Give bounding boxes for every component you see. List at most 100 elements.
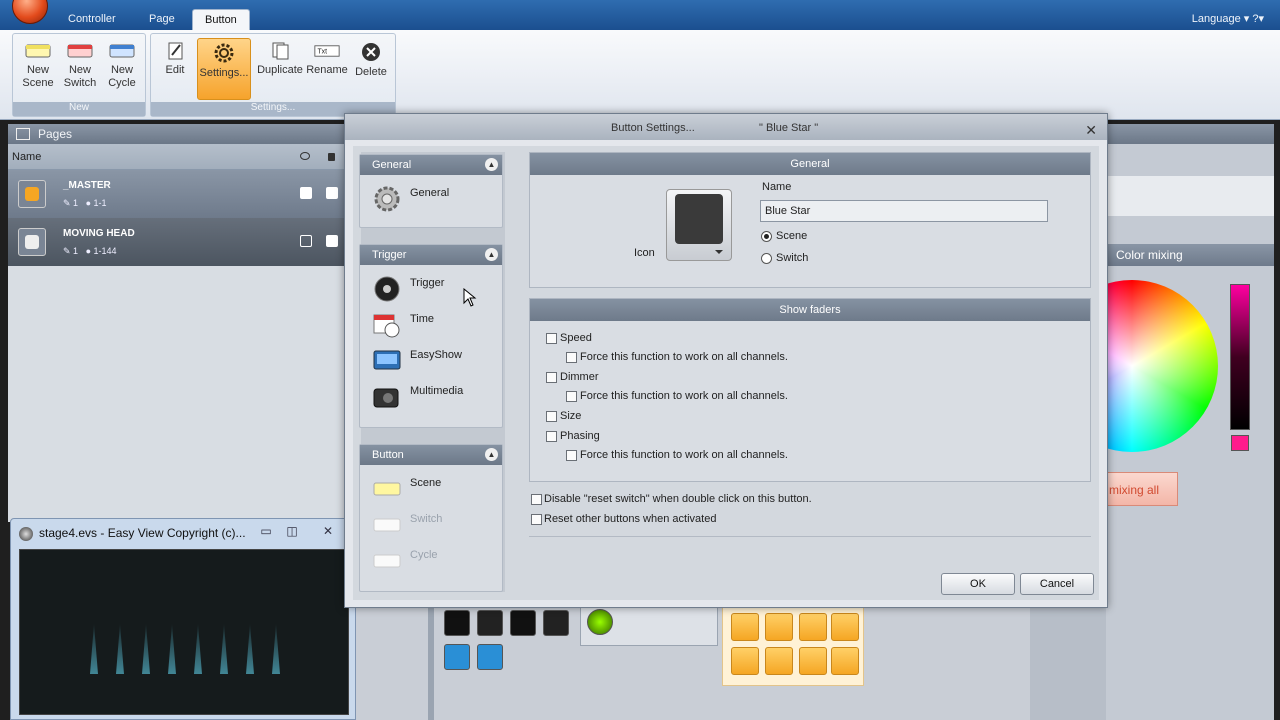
page-row-moving-head[interactable]: MOVING HEAD ✎ 1 ● 1-144 xyxy=(8,218,348,266)
page-row-master[interactable]: _MASTER ✎ 1 ● 1-1 xyxy=(8,170,348,218)
settings-button[interactable]: Settings... xyxy=(197,38,251,100)
new-cycle-label-1: New xyxy=(110,64,133,76)
collapse-chevron-icon[interactable]: ▲ xyxy=(485,448,498,461)
effect-bar-icon[interactable] xyxy=(799,647,827,675)
page-range: 1-144 xyxy=(93,246,117,256)
page-count: 1 xyxy=(73,246,79,256)
fader-speed-checkbox[interactable] xyxy=(546,333,557,344)
effect-rotate-left-icon[interactable] xyxy=(444,644,470,670)
column-name-label[interactable]: Name xyxy=(12,151,41,163)
page-lock-checkbox[interactable] xyxy=(326,187,338,199)
nav-item-easyshow[interactable]: EasyShow xyxy=(372,347,492,377)
duplicate-button[interactable]: Duplicate xyxy=(255,38,305,100)
nav-item-label: Time xyxy=(410,313,435,325)
nav-item-general[interactable]: General xyxy=(372,185,492,215)
phasing-force-label[interactable]: Force this function to work on all chann… xyxy=(580,449,788,461)
rename-button[interactable]: Txt Rename xyxy=(305,38,349,100)
dialog-close-icon[interactable]: ✕ xyxy=(1085,122,1097,139)
effect-rotate-right-icon[interactable] xyxy=(477,644,503,670)
stage-3d-view[interactable] xyxy=(19,549,349,715)
fader-dimmer-label[interactable]: Dimmer xyxy=(560,371,599,383)
ribbon-group-new-label: New xyxy=(13,102,145,116)
effect-dots-icon[interactable] xyxy=(543,610,569,636)
light-beam xyxy=(90,624,98,674)
effect-fan-icon[interactable] xyxy=(477,610,503,636)
visibility-eye-icon[interactable] xyxy=(300,152,310,160)
dimmer-force-label[interactable]: Force this function to work on all chann… xyxy=(580,390,788,402)
color-mixing-header: Color mixing xyxy=(1106,244,1274,266)
edit-button[interactable]: Edit xyxy=(153,38,197,100)
gear-icon xyxy=(374,186,400,212)
nav-group-general-header[interactable]: General ▲ xyxy=(360,155,502,175)
general-panel: General Icon Name Scene Switch xyxy=(529,152,1091,288)
fader-dimmer-checkbox[interactable] xyxy=(546,372,557,383)
reset-other-buttons-checkbox[interactable] xyxy=(531,514,542,525)
mixing-all-button[interactable]: mixing all xyxy=(1106,472,1178,506)
page-lock-checkbox[interactable] xyxy=(326,235,338,247)
restore-icon[interactable]: ◫ xyxy=(281,524,303,540)
fader-phasing-checkbox[interactable] xyxy=(546,431,557,442)
disable-reset-switch-checkbox[interactable] xyxy=(531,494,542,505)
collapse-chevron-icon[interactable]: ▲ xyxy=(485,248,498,261)
effect-spiral-icon[interactable] xyxy=(731,647,759,675)
language-menu[interactable]: Language ▾ ?▾ xyxy=(1192,12,1264,25)
collapse-chevron-icon[interactable]: ▲ xyxy=(485,158,498,171)
type-scene-label[interactable]: Scene xyxy=(776,230,807,242)
effect-eight-icon[interactable] xyxy=(765,647,793,675)
new-scene-button[interactable]: New Scene xyxy=(16,38,60,100)
nav-group-trigger-header[interactable]: Trigger ▲ xyxy=(360,245,502,265)
disable-reset-switch-label[interactable]: Disable "reset switch" when double click… xyxy=(544,493,812,505)
new-switch-button[interactable]: New Switch xyxy=(58,38,102,100)
page-visible-checkbox[interactable] xyxy=(300,187,312,199)
dialog-title-button-name: " Blue Star " xyxy=(759,122,819,134)
effect-text-icon[interactable] xyxy=(444,610,470,636)
duplicate-icon xyxy=(272,42,289,60)
new-cycle-button[interactable]: New Cycle xyxy=(100,38,144,100)
intensity-slider[interactable] xyxy=(1230,284,1250,430)
nav-item-multimedia[interactable]: Multimedia xyxy=(372,383,492,413)
nav-item-label: EasyShow xyxy=(410,349,462,361)
fader-size-label[interactable]: Size xyxy=(560,410,581,422)
fader-size-checkbox[interactable] xyxy=(546,411,557,422)
dimmer-force-checkbox[interactable] xyxy=(566,391,577,402)
type-scene-radio[interactable] xyxy=(761,231,772,242)
effect-rings-icon[interactable] xyxy=(799,613,827,641)
phasing-force-checkbox[interactable] xyxy=(566,450,577,461)
nav-group-trigger-title: Trigger xyxy=(372,249,407,261)
right-lower-panel xyxy=(1030,604,1106,720)
reset-other-buttons-label[interactable]: Reset other buttons when activated xyxy=(544,513,716,525)
app-menu-orb-icon[interactable] xyxy=(12,0,48,24)
ok-button[interactable]: OK xyxy=(941,573,1015,595)
tab-controller[interactable]: Controller xyxy=(56,9,128,30)
delete-button[interactable]: Delete xyxy=(349,38,393,100)
cancel-button[interactable]: Cancel xyxy=(1020,573,1094,595)
calendar-clock-icon xyxy=(373,314,400,338)
effect-star-icon[interactable] xyxy=(510,610,536,636)
nav-item-scene[interactable]: Scene xyxy=(372,475,492,505)
fader-speed-label[interactable]: Speed xyxy=(560,332,592,344)
settings-label: Settings... xyxy=(199,67,249,79)
close-icon[interactable]: ✕ xyxy=(317,524,339,540)
nav-item-time[interactable]: Time xyxy=(372,311,492,341)
type-switch-label[interactable]: Switch xyxy=(776,252,808,264)
icon-picker[interactable] xyxy=(666,189,732,261)
dot-icon: ● xyxy=(80,246,94,256)
effect-circle-icon[interactable] xyxy=(731,613,759,641)
tab-button[interactable]: Button xyxy=(192,9,250,30)
speed-force-label[interactable]: Force this function to work on all chann… xyxy=(580,351,788,363)
page-name: _MASTER xyxy=(63,180,111,191)
effect-dot-icon[interactable] xyxy=(765,613,793,641)
speed-force-checkbox[interactable] xyxy=(566,352,577,363)
light-beam xyxy=(142,624,150,674)
type-switch-radio[interactable] xyxy=(761,253,772,264)
page-visible-toggle-icon[interactable] xyxy=(300,235,312,247)
effect-line-icon[interactable] xyxy=(831,647,859,675)
tab-page[interactable]: Page xyxy=(137,9,187,30)
name-input[interactable] xyxy=(760,200,1048,222)
effect-wave-icon[interactable] xyxy=(831,613,859,641)
minimize-icon[interactable]: ▭ xyxy=(255,524,277,540)
effect-ball-icon[interactable] xyxy=(587,609,613,635)
lock-icon[interactable] xyxy=(328,153,335,161)
fader-phasing-label[interactable]: Phasing xyxy=(560,430,600,442)
nav-group-button-header[interactable]: Button ▲ xyxy=(360,445,502,465)
